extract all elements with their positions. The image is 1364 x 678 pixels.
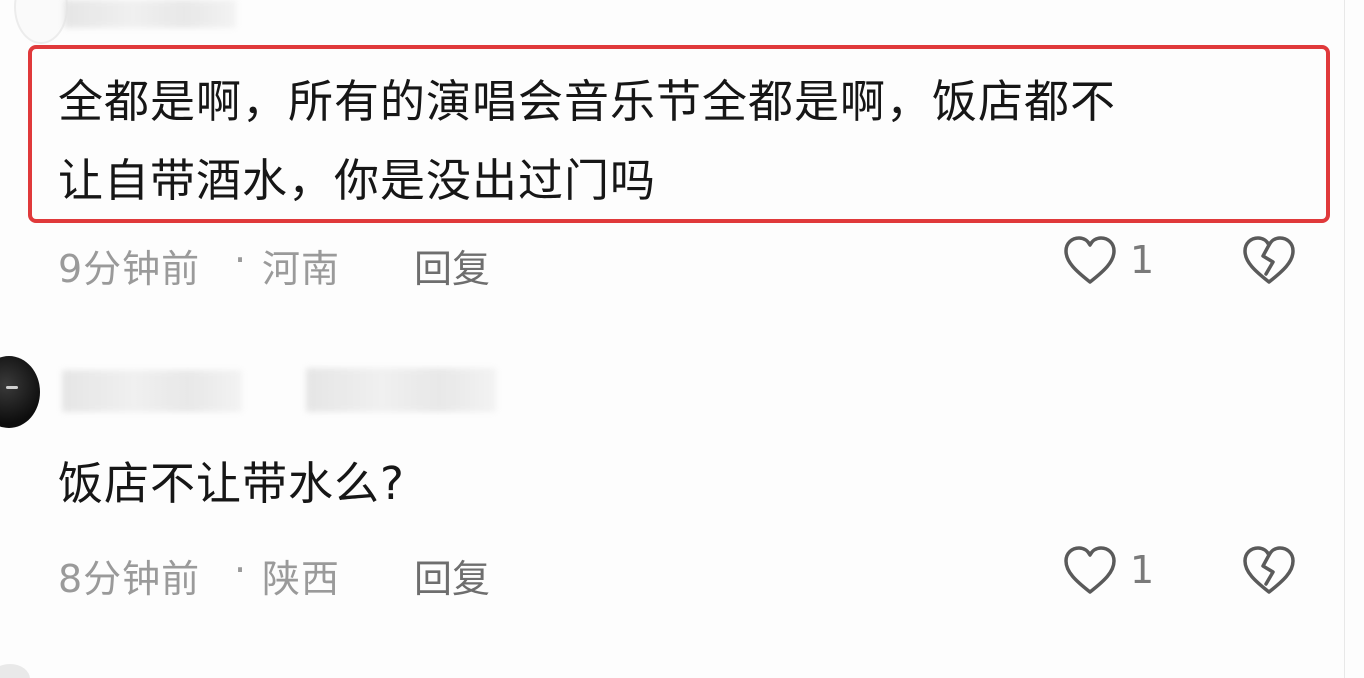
avatar-previous[interactable] (14, 0, 68, 44)
broken-heart-icon[interactable] (1241, 544, 1297, 596)
username-blurred-1[interactable] (64, 0, 236, 28)
comment-text-line-1: 全都是啊，所有的演唱会音乐节全都是啊，饭店都不 (58, 75, 1117, 128)
meta-separator: · (234, 238, 248, 282)
comment-text-line-2: 让自带酒水，你是没出过门吗 (58, 154, 657, 207)
heart-outline-icon[interactable] (1062, 544, 1118, 596)
meta-separator: · (234, 548, 248, 592)
comment-text-line-1: 饭店不让带水么? (58, 457, 405, 510)
avatar[interactable] (0, 356, 40, 428)
username-blurred-2[interactable] (62, 370, 242, 412)
reply-button[interactable]: 回复 (414, 238, 490, 293)
like-count: 1 (1130, 238, 1155, 282)
comment-location: 河南 (262, 247, 341, 291)
reply-button[interactable]: 回复 (414, 548, 490, 603)
heart-outline-icon[interactable] (1062, 234, 1118, 286)
scrollbar-edge (1344, 0, 1345, 678)
comment-location: 陕西 (262, 557, 341, 601)
comment-time: 8分钟前 (58, 557, 201, 601)
comment-time: 9分钟前 (58, 247, 201, 291)
avatar-next[interactable] (0, 664, 30, 678)
comment-list: 全都是啊，所有的演唱会音乐节全都是啊，饭店都不 让自带酒水，你是没出过门吗 9分… (0, 0, 1364, 678)
broken-heart-icon[interactable] (1241, 234, 1297, 286)
like-count: 1 (1130, 548, 1155, 592)
username-blurred-2b[interactable] (306, 368, 496, 412)
